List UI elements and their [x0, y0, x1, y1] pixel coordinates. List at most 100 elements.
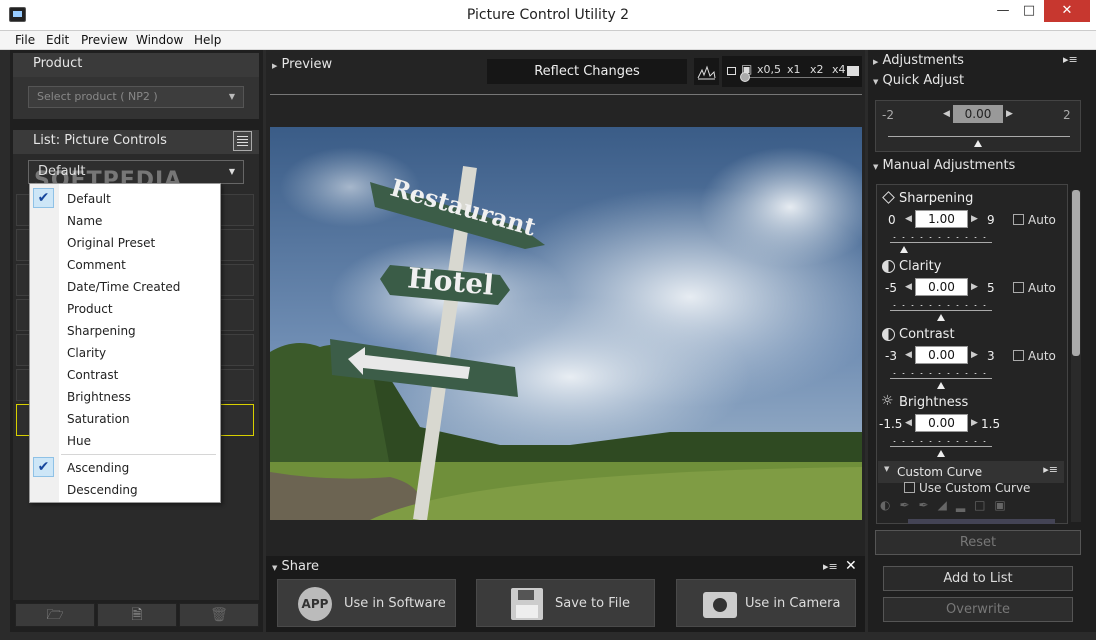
- sharpening-increase[interactable]: ▶: [971, 214, 978, 224]
- clarity-value[interactable]: 0.00: [915, 278, 968, 296]
- sort-item-ascending[interactable]: Ascending: [67, 461, 129, 475]
- sort-item-date-created[interactable]: Date/Time Created: [67, 280, 180, 294]
- save-to-file-button[interactable]: Save to File: [476, 579, 655, 627]
- menu-preview[interactable]: Preview: [81, 33, 128, 47]
- menu-file[interactable]: File: [15, 33, 35, 47]
- sort-item-clarity[interactable]: Clarity: [67, 346, 106, 360]
- contrast-value[interactable]: 0.00: [915, 346, 968, 364]
- sharpening-label: Sharpening: [899, 191, 974, 206]
- sort-item-hue[interactable]: Hue: [67, 434, 91, 448]
- zoom-half[interactable]: x0,5: [757, 63, 781, 76]
- scrollbar-track[interactable]: [1071, 190, 1081, 522]
- sharpening-decrease[interactable]: ◀: [905, 214, 912, 224]
- brightness-thumb[interactable]: [937, 450, 945, 457]
- product-header: Product: [13, 53, 259, 77]
- sharpening-value[interactable]: 1.00: [915, 210, 968, 228]
- clarity-decrease[interactable]: ◀: [905, 282, 912, 292]
- sort-item-comment[interactable]: Comment: [67, 258, 126, 272]
- sharpening-min: 0: [888, 213, 896, 227]
- minimize-button[interactable]: —: [990, 0, 1016, 22]
- curve-preview: [908, 519, 1055, 524]
- contrast-slider[interactable]: [890, 372, 992, 380]
- zoom-slider-track[interactable]: [742, 77, 850, 78]
- use-custom-curve-checkbox[interactable]: Use Custom Curve: [904, 481, 1030, 495]
- menu-edit[interactable]: Edit: [46, 33, 69, 47]
- use-in-camera-button[interactable]: Use in Camera: [676, 579, 856, 627]
- open-folder-button[interactable]: 🗁: [15, 603, 95, 627]
- eyedropper-icon[interactable]: ✒: [919, 498, 938, 512]
- brightness-min: -1.5: [879, 417, 903, 431]
- preview-header[interactable]: ▶ Preview: [272, 57, 332, 72]
- sort-item-product[interactable]: Product: [67, 302, 113, 316]
- use-custom-curve-label: Use Custom Curve: [919, 481, 1031, 495]
- contrast-auto-checkbox[interactable]: Auto: [1013, 349, 1056, 363]
- share-options-icon[interactable]: ▸≡: [823, 560, 838, 573]
- contrast-decrease[interactable]: ◀: [905, 350, 912, 360]
- sort-item-contrast[interactable]: Contrast: [67, 368, 118, 382]
- zoom-2x[interactable]: x2: [810, 63, 824, 76]
- preview-divider: [270, 94, 862, 95]
- add-to-list-button[interactable]: Add to List: [883, 566, 1073, 591]
- reset-button[interactable]: Reset: [875, 530, 1081, 555]
- maximize-button[interactable]: □: [1016, 0, 1042, 22]
- curve-tool-icon[interactable]: ◐: [880, 498, 899, 512]
- quick-adjust-value[interactable]: 0.00: [953, 105, 1003, 123]
- clarity-thumb[interactable]: [937, 314, 945, 321]
- overwrite-button[interactable]: Overwrite: [883, 597, 1073, 622]
- quick-adjust-decrease[interactable]: ◀: [943, 109, 950, 119]
- share-header[interactable]: ▼ Share: [272, 559, 319, 574]
- sharpening-slider[interactable]: [890, 236, 992, 244]
- sharpening-thumb[interactable]: [900, 246, 908, 253]
- brightness-value[interactable]: 0.00: [915, 414, 968, 432]
- clarity-auto-checkbox[interactable]: Auto: [1013, 281, 1056, 295]
- sort-item-brightness[interactable]: Brightness: [67, 390, 131, 404]
- zoom-slider-thumb[interactable]: [740, 72, 750, 82]
- brightness-slider[interactable]: [890, 440, 992, 448]
- import-file-button[interactable]: 🗎: [97, 603, 177, 627]
- quick-adjust-max: 2: [1063, 108, 1071, 122]
- quick-adjust-increase[interactable]: ▶: [1006, 109, 1013, 119]
- sort-item-saturation[interactable]: Saturation: [67, 412, 130, 426]
- manual-adjustments-header[interactable]: ▼ Manual Adjustments: [873, 158, 1015, 173]
- clarity-slider[interactable]: [890, 304, 992, 312]
- scrollbar-thumb[interactable]: [1072, 190, 1080, 356]
- histogram-icon[interactable]: [694, 58, 719, 85]
- quick-adjust-header[interactable]: ▼ Quick Adjust: [873, 73, 964, 88]
- zoom-4x[interactable]: x4: [832, 63, 846, 76]
- histogram-icon[interactable]: ▂: [956, 498, 974, 512]
- curve-icon[interactable]: ◢: [938, 498, 956, 512]
- collapse-icon: ▼: [873, 163, 879, 171]
- fit-window-icon[interactable]: [727, 67, 736, 75]
- sort-item-name[interactable]: Name: [67, 214, 102, 228]
- contrast-increase[interactable]: ▶: [971, 350, 978, 360]
- sharpening-auto-checkbox[interactable]: Auto: [1013, 213, 1056, 227]
- open-icon[interactable]: □: [974, 498, 994, 512]
- sort-item-sharpening[interactable]: Sharpening: [67, 324, 136, 338]
- brightness-decrease[interactable]: ◀: [905, 418, 912, 428]
- use-in-software-button[interactable]: APP Use in Software: [277, 579, 456, 627]
- product-select[interactable]: Select product ( NP2 ) ▼: [28, 86, 244, 108]
- reflect-changes-button[interactable]: Reflect Changes: [487, 59, 687, 84]
- sort-item-default[interactable]: Default: [67, 192, 111, 206]
- quick-adjust-slider[interactable]: [888, 130, 1070, 138]
- fullscreen-icon[interactable]: [847, 66, 859, 76]
- eyedropper-icon[interactable]: ✒: [899, 498, 918, 512]
- list-options-icon[interactable]: [233, 131, 252, 151]
- zoom-1x[interactable]: x1: [787, 63, 801, 76]
- close-button[interactable]: ✕: [1044, 0, 1090, 22]
- save-icon[interactable]: ▣: [994, 498, 1014, 512]
- menu-help[interactable]: Help: [194, 33, 221, 47]
- custom-curve-header[interactable]: ▼ Custom Curve ▸≡: [878, 461, 1064, 483]
- brightness-increase[interactable]: ▶: [971, 418, 978, 428]
- adjustments-options-icon[interactable]: ▸≡: [1063, 53, 1078, 66]
- sort-item-original-preset[interactable]: Original Preset: [67, 236, 155, 250]
- delete-button[interactable]: 🗑: [179, 603, 259, 627]
- close-icon[interactable]: ✕: [845, 558, 857, 574]
- clarity-increase[interactable]: ▶: [971, 282, 978, 292]
- custom-curve-options-icon[interactable]: ▸≡: [1043, 463, 1058, 476]
- contrast-thumb[interactable]: [937, 382, 945, 389]
- quick-adjust-thumb[interactable]: [974, 140, 982, 147]
- adjustments-header[interactable]: ▶ Adjustments: [873, 53, 964, 68]
- sort-item-descending[interactable]: Descending: [67, 483, 138, 497]
- menu-window[interactable]: Window: [136, 33, 183, 47]
